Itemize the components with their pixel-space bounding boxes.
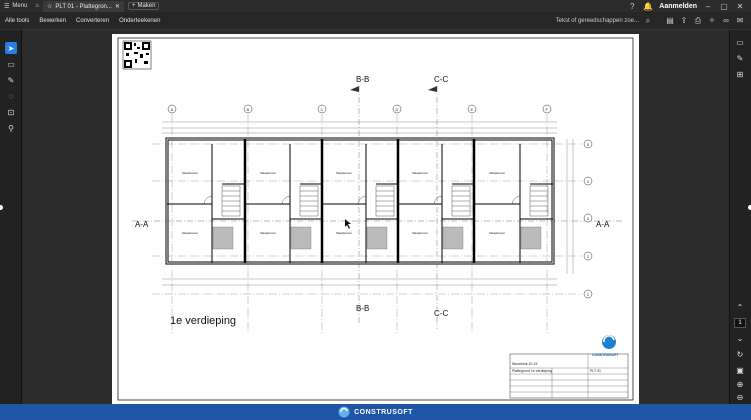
left-toolbar: ➤ ▭ ✎ ◌ ⊡ ⚲ xyxy=(0,30,22,404)
svg-text:A: A xyxy=(171,107,174,112)
ai-assistant-icon[interactable]: ✧ xyxy=(707,16,717,26)
bell-icon[interactable]: 🔔 xyxy=(643,1,653,11)
svg-text:B: B xyxy=(247,107,250,112)
edit-panel-icon[interactable]: ✎ xyxy=(734,52,746,64)
home-button[interactable]: ⌂ xyxy=(31,0,43,12)
menu-bar: Alle tools Bewerken Converteren Ondertee… xyxy=(0,12,751,30)
hamburger-icon: ☰ xyxy=(4,3,10,10)
svg-text:Slaapkamer: Slaapkamer xyxy=(489,171,505,175)
construsoft-logo-icon xyxy=(338,406,350,418)
comment-tool-icon[interactable]: ▭ xyxy=(5,58,17,70)
fit-page-icon[interactable]: ▣ xyxy=(734,364,746,376)
document-tab[interactable]: ☆ PLT 01 - Plattegron... ✕ xyxy=(43,1,124,12)
section-mark-bottom-right: C-C xyxy=(434,309,448,318)
sign-in-button[interactable]: Aanmelden xyxy=(659,3,697,10)
svg-text:Slaapkamer: Slaapkamer xyxy=(412,231,428,235)
pdf-page: B-B C-C B-B C-C A-A A-A A B C D E F 5 4 … xyxy=(112,34,639,404)
menu-button[interactable]: ☰ Menu xyxy=(0,0,31,12)
mail-icon[interactable]: ✉ xyxy=(735,16,745,26)
text-box-tool-icon[interactable]: ⊡ xyxy=(5,106,17,118)
menu-all-tools[interactable]: Alle tools xyxy=(0,18,34,24)
floor-label: 1e verdieping xyxy=(170,315,236,327)
floor-plan-drawing: B-B C-C B-B C-C A-A A-A A B C D E F 5 4 … xyxy=(117,37,634,401)
page-down-icon[interactable]: ⌄ xyxy=(734,332,746,344)
tab-title: PLT 01 - Plattegron... xyxy=(55,3,112,10)
svg-text:Slaapkamer: Slaapkamer xyxy=(412,171,428,175)
upload-icon[interactable]: ⇪ xyxy=(679,16,689,26)
svg-text:Slaapkamer: Slaapkamer xyxy=(182,231,198,235)
pen-tool-icon[interactable]: ✎ xyxy=(5,74,17,86)
thumbnails-icon[interactable]: ⊞ xyxy=(734,68,746,80)
zoom-in-icon[interactable]: ⊕ xyxy=(734,378,746,390)
svg-text:Slaapkamer: Slaapkamer xyxy=(336,171,352,175)
svg-text:D: D xyxy=(396,107,399,112)
page-up-icon[interactable]: ⌃ xyxy=(734,301,746,313)
section-mark-top-right: C-C xyxy=(434,75,448,84)
save-icon[interactable]: ▤ xyxy=(665,16,675,26)
footer-bar: CONSTRUSOFT xyxy=(0,404,751,420)
plus-icon: + xyxy=(131,3,136,9)
window-close-icon[interactable]: ✕ xyxy=(735,1,745,11)
page-number-field[interactable]: 1 xyxy=(734,318,746,328)
footer-brand: CONSTRUSOFT xyxy=(354,408,413,416)
search-icon[interactable]: ⌕ xyxy=(643,16,653,26)
section-mark-left: A-A xyxy=(135,220,149,229)
menu-label: Menu xyxy=(12,3,28,9)
lasso-tool-icon[interactable]: ◌ xyxy=(5,90,17,102)
close-icon[interactable]: ✕ xyxy=(115,3,120,10)
stamp-tool-icon[interactable]: ⚲ xyxy=(5,122,17,134)
svg-text:Slaapkamer: Slaapkamer xyxy=(260,171,276,175)
title-block: Woonblok 10-15 Plattegrond 1e verdieping… xyxy=(509,335,629,399)
mouse-cursor-icon xyxy=(345,219,351,229)
svg-text:Slaapkamer: Slaapkamer xyxy=(260,231,276,235)
svg-text:E: E xyxy=(471,107,474,112)
qr-code xyxy=(122,40,152,70)
minimize-icon[interactable]: – xyxy=(703,1,713,11)
new-tab-button[interactable]: + Maken xyxy=(127,2,160,10)
help-icon[interactable]: ? xyxy=(627,1,637,11)
svg-text:Slaapkamer: Slaapkamer xyxy=(182,171,198,175)
project-name: Woonblok 10-15 xyxy=(512,362,537,366)
star-icon[interactable]: ☆ xyxy=(47,3,52,10)
svg-text:C: C xyxy=(321,107,324,112)
titleblock-brand: CONSTRUSOFT xyxy=(592,353,620,357)
svg-text:Slaapkamer: Slaapkamer xyxy=(489,231,505,235)
home-icon: ⌂ xyxy=(35,3,40,9)
link-icon[interactable]: ∞ xyxy=(721,16,731,26)
section-mark-right: A-A xyxy=(596,220,610,229)
title-bar: ☰ Menu ⌂ ☆ PLT 01 - Plattegron... ✕ + Ma… xyxy=(0,0,751,12)
select-tool-icon[interactable]: ➤ xyxy=(5,42,17,54)
svg-text:Slaapkamer: Slaapkamer xyxy=(336,231,352,235)
search-input[interactable]: Tekst of gereedschappen zoe... xyxy=(556,18,639,24)
comments-panel-icon[interactable]: ▭ xyxy=(734,36,746,48)
building-plan: Slaapkamer Slaapkamer Slaapkamer Slaapka… xyxy=(165,137,555,265)
menu-sign[interactable]: Onderteekenen xyxy=(114,18,165,24)
section-mark-bottom-left: B-B xyxy=(356,304,369,313)
menu-edit[interactable]: Bewerken xyxy=(34,18,71,24)
new-tab-label: Maken xyxy=(137,3,156,9)
zoom-out-icon[interactable]: ⊖ xyxy=(734,391,746,403)
sheet-number: PLT 01 xyxy=(590,369,601,373)
rotate-icon[interactable]: ↻ xyxy=(734,348,746,360)
menu-convert[interactable]: Converteren xyxy=(71,18,114,24)
section-mark-top-left: B-B xyxy=(356,75,369,84)
document-canvas[interactable]: B-B C-C B-B C-C A-A A-A A B C D E F 5 4 … xyxy=(22,30,729,404)
right-toolbar: ▭ ✎ ⊞ 1 ⌃ ⌄ ↻ ▣ ⊕ ⊖ xyxy=(729,30,751,404)
print-icon[interactable]: ⎙ xyxy=(693,16,703,26)
maximize-icon[interactable]: ▢ xyxy=(719,1,729,11)
sheet-title: Plattegrond 1e verdieping xyxy=(512,369,552,373)
